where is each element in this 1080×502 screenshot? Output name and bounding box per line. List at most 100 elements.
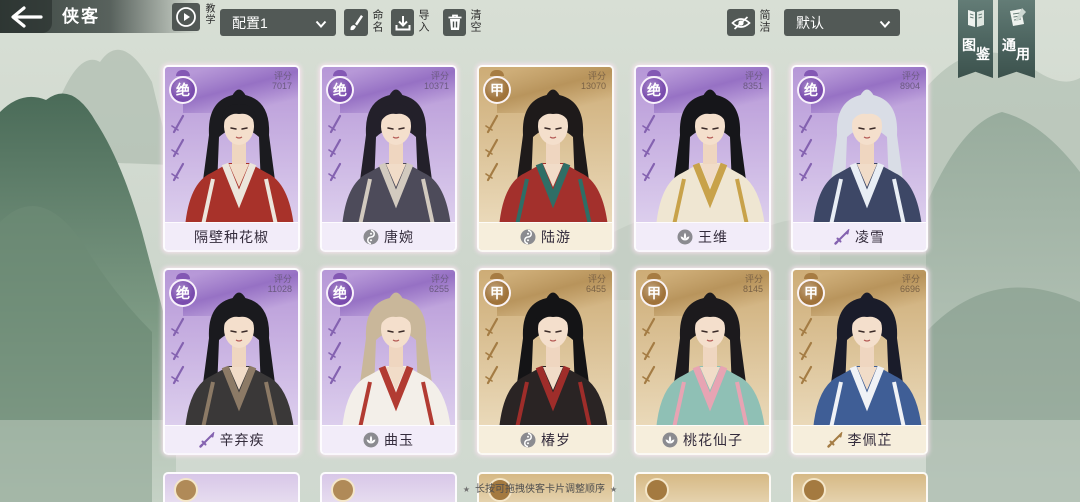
character-portrait [813,89,922,227]
sort-select[interactable]: 默认 [784,9,900,36]
score-label: 评分 [273,274,292,284]
score-block: 评分 7017 [272,71,292,91]
score-block: 评分 8145 [743,274,763,294]
name-plate: 李佩芷 [793,425,926,453]
page-title: 侠客 [62,7,100,26]
character-card[interactable]: 评分 8904 绝凌雪 [791,65,928,252]
rarity-label: 绝 [647,82,661,98]
character-portrait [342,89,451,227]
rarity-label: 甲 [490,82,504,98]
character-card[interactable]: 评分 7017 绝隔壁种花椒 [163,65,300,252]
tab-general[interactable]: 通用 [998,0,1035,78]
rank-marks-ornament [799,114,813,182]
chevron-down-icon [879,17,891,29]
rank-marks-ornament [485,317,499,385]
name-plate: 凌雪 [793,222,926,250]
rarity-label: 绝 [176,285,190,301]
tutorial-button[interactable]: 教学 [172,3,216,31]
clear-button[interactable]: 清空 [443,9,487,36]
score-label: 评分 [744,71,763,81]
clear-icon-box [443,9,466,36]
character-card[interactable]: 评分 6696 甲李佩芷 [791,268,928,455]
character-portrait [342,292,451,430]
name-plate: 隔壁种花椒 [165,222,298,250]
score-value: 8904 [899,81,920,91]
name-plate: 陆游 [479,222,612,250]
rarity-label: 绝 [176,82,190,98]
character-name: 陆游 [541,228,571,245]
character-portrait [185,89,294,227]
character-name: 曲玉 [384,431,414,448]
tab-codex-label: 图鉴 [962,37,990,62]
score-label: 评分 [744,274,763,284]
tutorial-icon-box [172,3,200,31]
character-name: 辛弃疾 [219,431,265,448]
swirl-icon [520,229,536,245]
concise-toggle[interactable]: 简洁 [727,9,773,36]
score-block: 评分 8351 [743,71,763,91]
name-plate: 椿岁 [479,425,612,453]
play-circle-icon [175,6,197,28]
config-select[interactable]: 配置1 [220,9,336,36]
rank-marks-ornament [171,114,185,182]
rarity-badge: 绝 [326,279,354,307]
import-icon-box [391,9,414,36]
book-icon [964,6,988,30]
rarity-badge: 绝 [169,279,197,307]
character-card[interactable]: 评分 11028 绝辛弃疾 [163,268,300,455]
score-block: 评分 6696 [900,274,920,294]
app-root: 侠客 教学 配置1 命名 导入 清空 简洁 默认 图鉴 通用 评分 7017 绝… [0,0,1080,502]
character-name: 凌雪 [855,228,885,245]
name-plate: 唐婉 [322,222,455,250]
rename-icon-box [344,9,368,36]
tutorial-label: 教学 [203,3,214,25]
character-card[interactable]: 评分 13070 甲陆游 [477,65,614,252]
notebook-icon [1005,6,1029,30]
score-label: 评分 [430,274,449,284]
character-name: 李佩芷 [847,431,893,448]
character-card[interactable]: 评分 8351 绝王维 [634,65,771,252]
character-name: 隔壁种花椒 [194,228,269,245]
score-value: 11028 [267,284,292,294]
star-ornament: ★ [462,485,470,494]
score-block: 评分 6455 [586,274,606,294]
score-value: 6455 [585,284,606,294]
character-portrait [813,292,922,430]
rename-button[interactable]: 命名 [344,9,388,36]
character-portrait [656,89,765,227]
brush-icon [348,14,364,32]
character-portrait [499,89,608,227]
score-block: 评分 10371 [424,71,449,91]
rarity-badge: 绝 [326,76,354,104]
rarity-badge: 绝 [640,76,668,104]
character-card[interactable]: 评分 10371 绝唐婉 [320,65,457,252]
character-card[interactable]: 评分 8145 甲桃花仙子 [634,268,771,455]
back-button[interactable] [0,0,52,33]
rename-label: 命名 [371,9,383,33]
sword-icon [198,431,215,448]
rarity-label: 绝 [333,285,347,301]
rarity-badge: 甲 [483,279,511,307]
character-card[interactable]: 评分 6455 甲椿岁 [477,268,614,455]
trash-icon [447,14,463,31]
rank-marks-ornament [642,114,656,182]
sword-icon [826,431,843,448]
tab-codex[interactable]: 图鉴 [958,0,993,78]
name-plate: 曲玉 [322,425,455,453]
rarity-badge: 甲 [483,76,511,104]
score-value: 6255 [428,284,449,294]
score-value: 6696 [899,284,920,294]
score-label: 评分 [587,71,606,81]
import-button[interactable]: 导入 [391,9,435,36]
rarity-label: 甲 [804,285,818,301]
rarity-label: 甲 [647,285,661,301]
score-label: 评分 [273,71,292,81]
character-name: 王维 [698,228,728,245]
rarity-label: 绝 [804,82,818,98]
score-value: 10371 [423,81,449,91]
character-name: 唐婉 [384,228,414,245]
star-ornament: ★ [610,485,618,494]
character-card[interactable]: 评分 6255 绝曲玉 [320,268,457,455]
sort-select-value: 默认 [796,14,824,31]
character-portrait [656,292,765,430]
